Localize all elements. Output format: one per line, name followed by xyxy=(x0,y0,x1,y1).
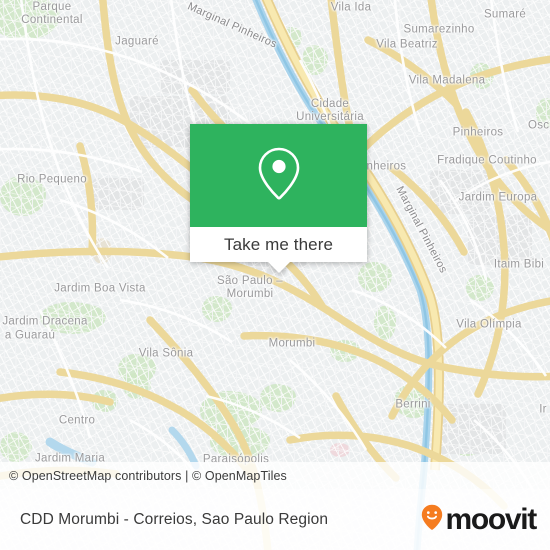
location-popup[interactable]: Take me there xyxy=(190,124,367,273)
attribution-text[interactable]: © OpenStreetMap contributors | © OpenMap… xyxy=(0,469,287,483)
moovit-smiley-pin-icon xyxy=(421,504,443,535)
moovit-wordmark: moovit xyxy=(445,502,537,536)
moovit-logo[interactable]: moovit xyxy=(421,504,550,535)
take-me-there-button[interactable]: Take me there xyxy=(224,235,333,255)
page-title: CDD Morumbi - Correios, Sao Paulo Region xyxy=(20,510,329,528)
popup-tail xyxy=(267,262,290,273)
map-screenshot: Parque Continental Vila Ida Sumaré Jaguaré S… xyxy=(0,0,550,550)
popup-header xyxy=(190,124,367,227)
map-attribution-bar: © OpenStreetMap contributors | © OpenMap… xyxy=(0,462,550,489)
popup-action-row[interactable]: Take me there xyxy=(190,227,367,262)
map-pin-icon xyxy=(257,145,301,206)
page-footer: CDD Morumbi - Correios, Sao Paulo Region… xyxy=(0,489,550,550)
